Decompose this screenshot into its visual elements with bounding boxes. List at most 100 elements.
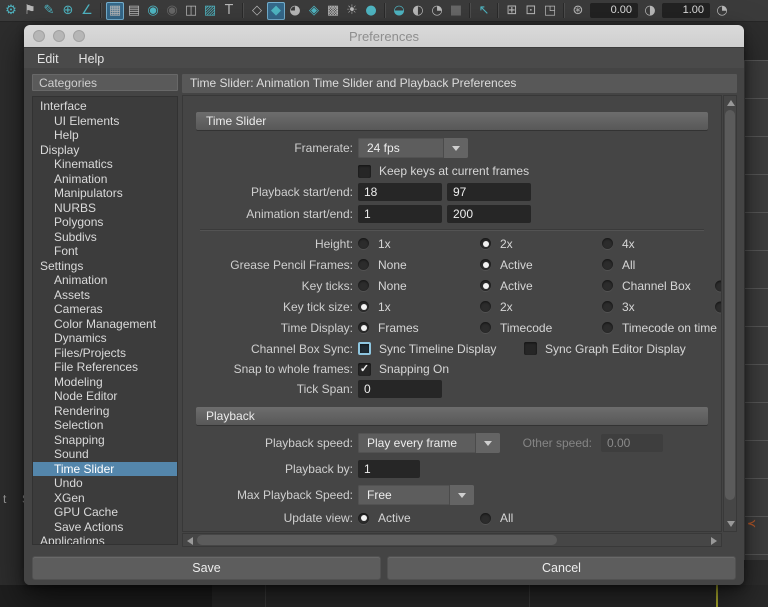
window-titlebar[interactable]: Preferences <box>24 25 744 47</box>
pan-zoom-tool-icon[interactable]: ⊕ <box>59 2 77 20</box>
max-playback-speed-dropdown[interactable]: Free <box>358 485 474 505</box>
sidebar-item-display[interactable]: Display <box>33 143 177 158</box>
section-header-time-slider[interactable]: Time Slider <box>196 112 708 130</box>
text-hud-icon[interactable]: T <box>220 2 238 20</box>
scroll-right-arrow-icon[interactable] <box>711 537 717 545</box>
key-tick-size-clipped-radio[interactable] <box>715 301 722 312</box>
brush-tool-icon[interactable]: ✎ <box>40 2 58 20</box>
key-ticks-channel-box-radio[interactable]: Channel Box <box>602 279 691 293</box>
checker-sphere-icon[interactable]: ▩ <box>324 2 342 20</box>
lighting-icon[interactable]: ☀ <box>343 2 361 20</box>
sidebar-item-files-projects[interactable]: Files/Projects <box>33 346 177 361</box>
save-button[interactable]: Save <box>32 556 381 580</box>
sidebar-item-xgen[interactable]: XGen <box>33 491 177 506</box>
sidebar-item-assets[interactable]: Assets <box>33 288 177 303</box>
motion-blur-icon[interactable]: ◐ <box>409 2 427 20</box>
select-cursor-icon[interactable]: ↖ <box>475 2 493 20</box>
sidebar-item-time-slider[interactable]: Time Slider <box>33 462 177 477</box>
height-2x-radio[interactable]: 2x <box>480 237 513 251</box>
paint-effects-icon[interactable]: ● <box>362 2 380 20</box>
grease-pencil-active-radio[interactable]: Active <box>480 258 533 272</box>
time-display-timecode-radio[interactable]: Timecode <box>480 321 552 335</box>
vertical-scrollbar-thumb[interactable] <box>725 110 735 500</box>
sidebar-item-animation[interactable]: Animation <box>33 273 177 288</box>
key-ticks-none-radio[interactable]: None <box>358 279 407 293</box>
playback-by-field[interactable]: 1 <box>358 460 420 478</box>
wireframe-cube-icon[interactable]: ◇ <box>248 2 266 20</box>
sidebar-item-dynamics[interactable]: Dynamics <box>33 331 177 346</box>
animation-end-field[interactable]: 200 <box>447 205 531 223</box>
vertical-scrollbar[interactable] <box>723 95 737 532</box>
menu-help[interactable]: Help <box>79 52 105 66</box>
sidebar-item-polygons[interactable]: Polygons <box>33 215 177 230</box>
clipped-edge-icon[interactable]: ◔ <box>713 2 731 20</box>
render-icon[interactable]: ⊛ <box>569 2 587 20</box>
film-gate-icon[interactable]: ▤ <box>125 2 143 20</box>
animation-start-field[interactable]: 1 <box>358 205 442 223</box>
sidebar-item-modeling[interactable]: Modeling <box>33 375 177 390</box>
looping-oscillate-radio[interactable]: Oscillate <box>480 529 546 532</box>
sync-timeline-display-checkbox[interactable]: Sync Timeline Display <box>358 342 496 356</box>
time-display-timecode-on-time-radio[interactable]: Timecode on time <box>602 321 717 335</box>
key-tick-size-1x-radio[interactable]: 1x <box>358 300 391 314</box>
grease-pencil-none-radio[interactable]: None <box>358 258 407 272</box>
looping-once-radio[interactable]: Once <box>358 529 407 532</box>
horizontal-scrollbar[interactable] <box>182 533 722 547</box>
sidebar-item-ui-elements[interactable]: UI Elements <box>33 114 177 129</box>
min-value-field[interactable]: 0.00 <box>590 3 638 18</box>
max-playback-speed-dropdown-arrow-button[interactable] <box>449 485 474 505</box>
scroll-up-arrow-icon[interactable] <box>727 100 735 106</box>
arc-icon[interactable]: ◔ <box>428 2 446 20</box>
framerate-dropdown[interactable]: 24 fps <box>358 138 468 158</box>
snapping-on-checkbox[interactable]: ✓Snapping On <box>358 362 449 376</box>
sidebar-item-manipulators[interactable]: Manipulators <box>33 186 177 201</box>
bookmark-icon[interactable]: ⚑ <box>21 2 39 20</box>
key-tick-size-3x-radio[interactable]: 3x <box>602 300 635 314</box>
sidebar-item-save-actions[interactable]: Save Actions <box>33 520 177 535</box>
playback-start-field[interactable]: 18 <box>358 183 442 201</box>
key-ticks-active-radio[interactable]: Active <box>480 279 533 293</box>
sidebar-item-applications[interactable]: Applications <box>33 534 177 545</box>
time-display-frames-radio[interactable]: Frames <box>358 321 419 335</box>
zoom-button[interactable] <box>73 30 85 42</box>
sidebar-item-selection[interactable]: Selection <box>33 418 177 433</box>
tick-span-field[interactable]: 0 <box>358 380 442 398</box>
grease-pencil-all-radio[interactable]: All <box>602 258 635 272</box>
height-4x-radio[interactable]: 4x <box>602 237 635 251</box>
sidebar-item-nurbs[interactable]: NURBS <box>33 201 177 216</box>
cancel-button[interactable]: Cancel <box>387 556 736 580</box>
sync-graph-editor-checkbox[interactable]: Sync Graph Editor Display <box>524 342 686 356</box>
playback-speed-dropdown-arrow-button[interactable] <box>475 433 500 453</box>
contrast-icon[interactable]: ◑ <box>641 2 659 20</box>
scroll-left-arrow-icon[interactable] <box>187 537 193 545</box>
shaded-cube-icon[interactable]: ◆ <box>267 2 285 20</box>
ground-plane-icon[interactable]: ◒ <box>390 2 408 20</box>
sidebar-item-subdivs[interactable]: Subdivs <box>33 230 177 245</box>
key-tick-size-2x-radio[interactable]: 2x <box>480 300 513 314</box>
minimize-button[interactable] <box>53 30 65 42</box>
sidebar-item-node-editor[interactable]: Node Editor <box>33 389 177 404</box>
settings-gear-icon[interactable]: ⚙ <box>2 2 20 20</box>
inactive-plugin-icon[interactable]: ■ <box>447 2 465 20</box>
playback-end-field[interactable]: 97 <box>447 183 531 201</box>
sidebar-item-color-management[interactable]: Color Management <box>33 317 177 332</box>
resolution-gate-icon[interactable]: ◉ <box>144 2 162 20</box>
sidebar-item-rendering[interactable]: Rendering <box>33 404 177 419</box>
field-chart-icon[interactable]: ◫ <box>182 2 200 20</box>
sidebar-item-cameras[interactable]: Cameras <box>33 302 177 317</box>
sidebar-item-settings[interactable]: Settings <box>33 259 177 274</box>
sidebar-item-snapping[interactable]: Snapping <box>33 433 177 448</box>
sidebar-item-gpu-cache[interactable]: GPU Cache <box>33 505 177 520</box>
snap-grid-icon[interactable]: ▦ <box>106 2 124 20</box>
key-ticks-clipped-radio[interactable] <box>715 280 722 291</box>
sidebar-item-interface[interactable]: Interface <box>33 99 177 114</box>
image-plane-icon[interactable]: ▨ <box>201 2 219 20</box>
copy-icon[interactable]: ⊞ <box>503 2 521 20</box>
sidebar-item-animation[interactable]: Animation <box>33 172 177 187</box>
framerate-dropdown-arrow-button[interactable] <box>443 138 468 158</box>
section-header-playback[interactable]: Playback <box>196 407 708 425</box>
open-editor-icon[interactable]: ◳ <box>541 2 559 20</box>
menu-edit[interactable]: Edit <box>37 52 59 66</box>
looping-continuous-radio[interactable]: Continuous <box>602 529 683 532</box>
sidebar-item-undo[interactable]: Undo <box>33 476 177 491</box>
